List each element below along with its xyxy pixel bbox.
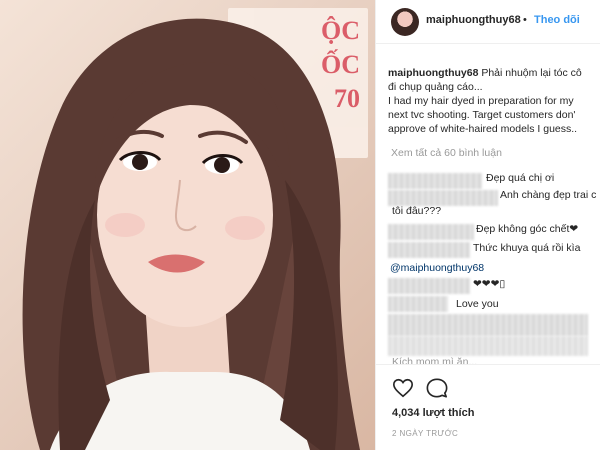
comments-section: maiphuongthuy68 Phải nhuộm lại tóc cô đi… <box>376 44 600 364</box>
header-username[interactable]: maiphuongthuy68 <box>426 14 521 26</box>
follow-button[interactable]: Theo dõi <box>534 14 580 26</box>
blurred-username <box>388 296 448 312</box>
blurred-username <box>388 173 482 189</box>
caption-username[interactable]: maiphuongthuy68 <box>388 67 478 79</box>
comment-text: Love you <box>456 298 499 310</box>
comment-text: Đẹp không góc chết❤ <box>476 223 579 235</box>
avatar[interactable] <box>391 8 419 36</box>
caption-line-3: I had my hair dyed in preparation for my <box>388 95 574 107</box>
heart-icon[interactable] <box>392 377 414 399</box>
post-sidebar: maiphuongthuy68 • Theo dõi maiphuongthuy… <box>375 0 600 450</box>
comment-text-partial: Kích mom mì ăn... <box>392 356 478 364</box>
post-timestamp[interactable]: 2 NGÀY TRƯỚC <box>392 429 458 438</box>
comment-text: Thức khuya quá rồi kìa <box>473 242 581 254</box>
comment-text: Anh chàng đẹp trai c <box>500 189 597 201</box>
view-all-comments-link[interactable]: Xem tất cả 60 bình luận <box>391 147 502 159</box>
caption-line-4: next tvc shooting. Target customers don' <box>388 109 576 121</box>
post-photo[interactable]: ỘC ỐC 70 <box>0 0 375 450</box>
post-caption: maiphuongthuy68 Phải nhuộm lại tóc cô đi… <box>388 66 600 136</box>
caption-line-1: Phải nhuộm lại tóc cô <box>481 67 582 79</box>
header-separator: • <box>523 14 527 26</box>
blurred-comment <box>388 314 588 336</box>
blurred-username <box>388 278 470 294</box>
blurred-username <box>388 242 470 258</box>
caption-line-2: đi chụp quảng cáo... <box>388 81 483 93</box>
likes-count[interactable]: 4,034 lượt thích <box>392 407 474 419</box>
comment-text-continued: tôi đâu??? <box>392 205 442 217</box>
post-actions: 4,034 lượt thích 2 NGÀY TRƯỚC <box>376 364 600 450</box>
caption-line-5: approve of white-haired models I guess.. <box>388 123 578 135</box>
mention-link[interactable]: @maiphuongthuy68 <box>390 262 484 274</box>
comment-text: ❤❤❤▯ <box>473 278 506 290</box>
blurred-comment <box>388 336 588 356</box>
comment-text: Đẹp quá chị ơi <box>486 172 555 184</box>
blurred-username <box>388 190 498 206</box>
comment-bubble-icon[interactable] <box>426 377 448 399</box>
post-header: maiphuongthuy68 • Theo dõi <box>376 0 600 44</box>
portrait-illustration <box>22 18 360 450</box>
blurred-username <box>388 224 474 240</box>
